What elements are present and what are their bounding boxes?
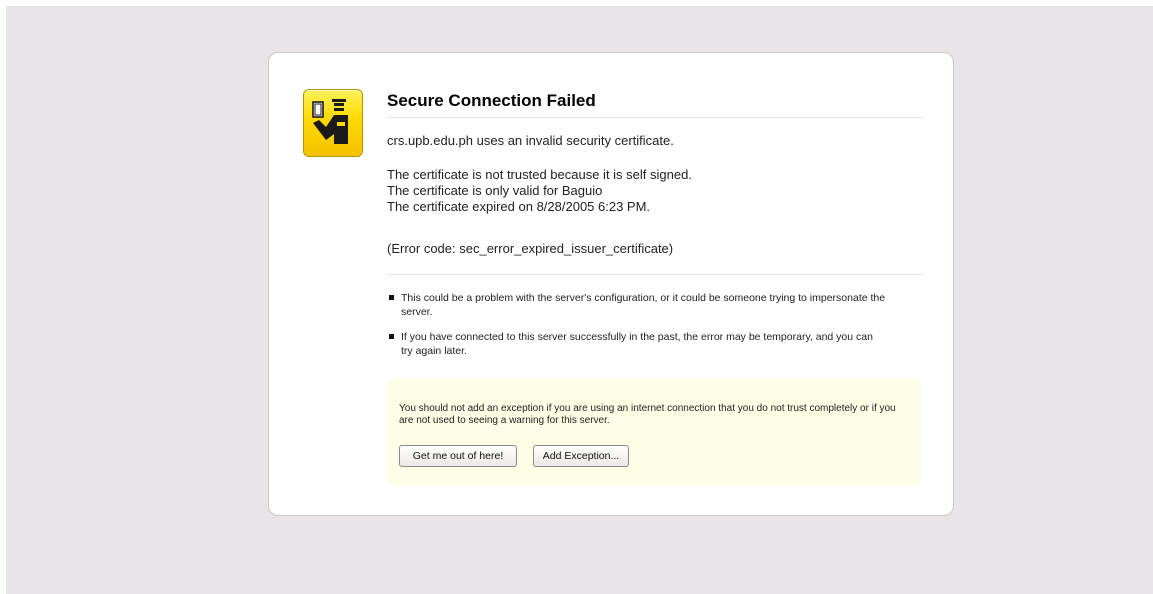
detail-valid-for: The certificate is only valid for Baguio xyxy=(387,183,603,198)
explanation-list: This could be a problem with the server'… xyxy=(387,291,887,369)
list-item: This could be a problem with the server'… xyxy=(387,291,887,319)
get-me-out-button[interactable]: Get me out of here! xyxy=(399,445,517,467)
divider xyxy=(387,274,923,275)
detail-self-signed: The certificate is not trusted because i… xyxy=(387,167,692,182)
add-exception-button[interactable]: Add Exception... xyxy=(533,445,629,467)
detail-expired: The certificate expired on 8/28/2005 6:2… xyxy=(387,199,651,214)
exception-warning-text: You should not add an exception if you a… xyxy=(399,403,896,426)
browser-viewport: Secure Connection Failed crs.upb.edu.ph … xyxy=(6,6,1153,594)
security-officer-icon xyxy=(303,89,363,157)
exception-warning-panel: You should not add an exception if you a… xyxy=(387,379,921,485)
error-code: (Error code: sec_error_expired_issuer_ce… xyxy=(387,241,674,256)
certificate-details: The certificate is not trusted because i… xyxy=(387,167,927,215)
host-message: crs.upb.edu.ph uses an invalid security … xyxy=(387,133,674,148)
security-officer-glyph xyxy=(312,99,348,144)
page-title: Secure Connection Failed xyxy=(387,91,923,118)
list-item: If you have connected to this server suc… xyxy=(387,330,887,358)
error-page-container: Secure Connection Failed crs.upb.edu.ph … xyxy=(268,52,954,516)
